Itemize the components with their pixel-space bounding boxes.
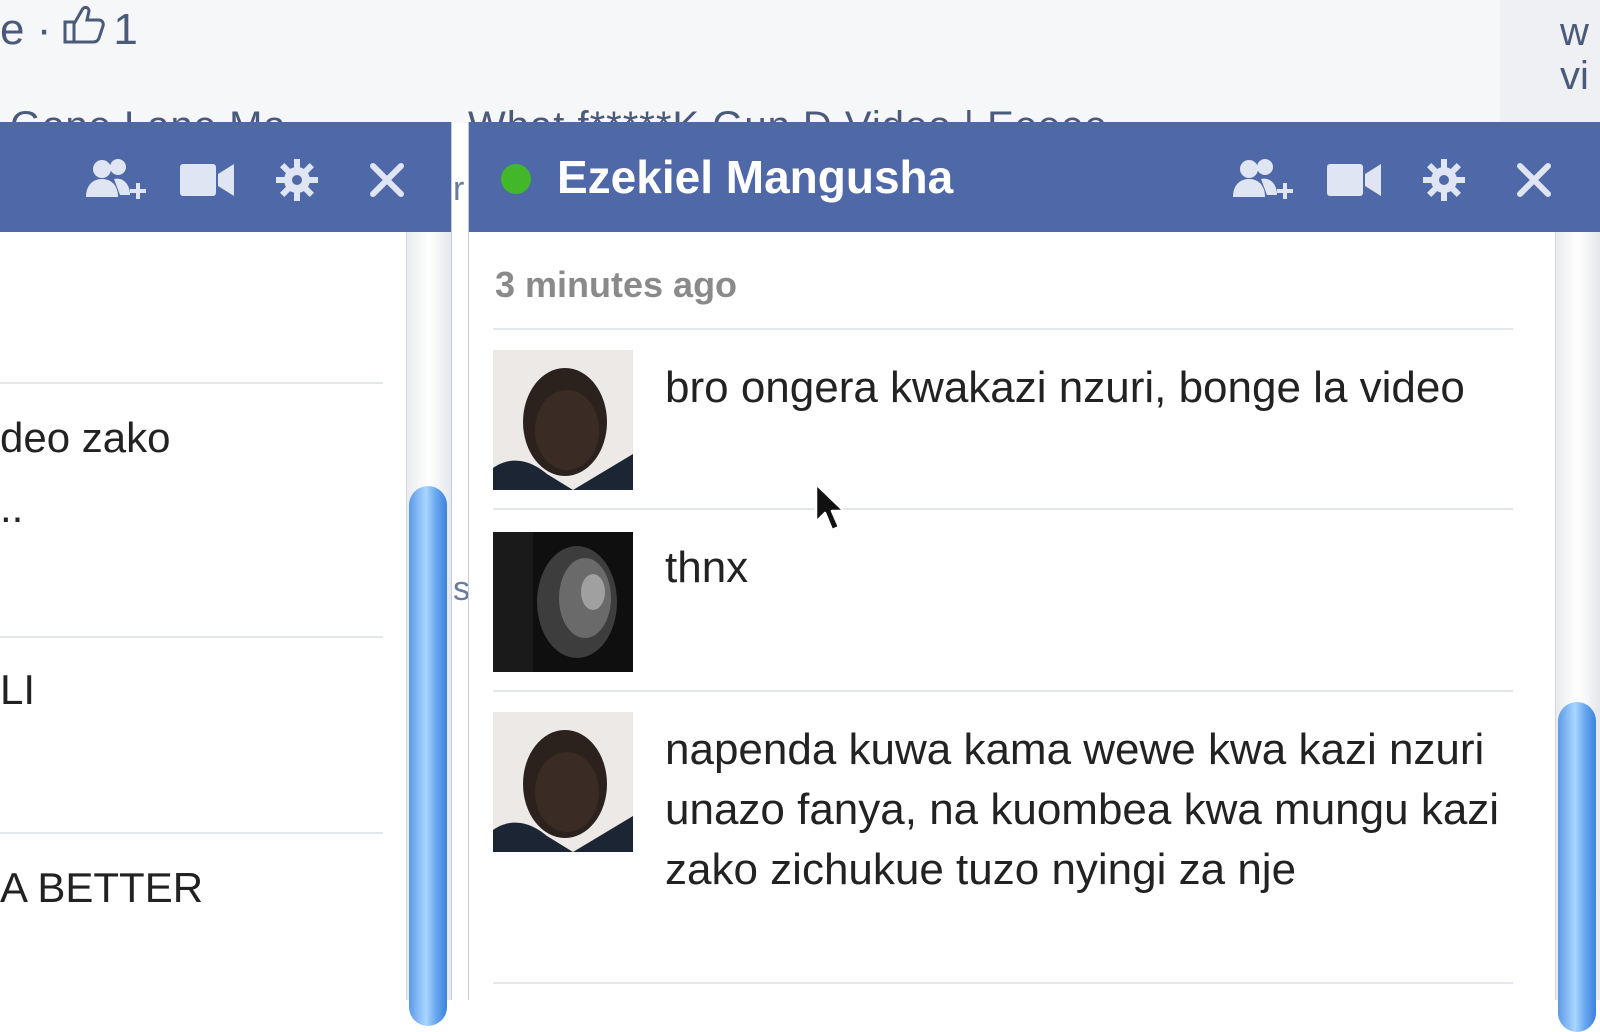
message-text: bro ongera kwakazi nzuri, bonge la video [665,363,1465,412]
divider [493,690,1513,692]
avatar[interactable] [493,350,633,490]
scrollbar-left[interactable] [406,232,451,1026]
avatar[interactable] [493,712,633,852]
divider [0,636,383,638]
message-fragment: deo zako [0,414,171,461]
divider [493,982,1513,984]
chat-header-actions [1229,152,1589,208]
gear-icon[interactable] [1409,152,1479,208]
close-icon[interactable] [352,152,422,208]
mouse-cursor-icon [814,482,848,534]
right-text-line: w [1560,10,1589,54]
add-friends-icon[interactable] [1229,152,1299,208]
right-text-line: vi [1560,54,1589,98]
message-fragment: .. [0,484,24,531]
message-text: napenda kuwa kama wewe kwa kazi nzuri un… [665,725,1500,894]
chat-body-left: deo zako .. LI A BETTER [0,232,405,1000]
message-text: thnx [665,543,749,592]
scrollbar-thumb[interactable] [1558,702,1596,1032]
close-icon[interactable] [1499,152,1569,208]
background-letter: r [453,170,465,208]
chat-header-actions [82,152,442,208]
message-timestamp: 3 minutes ago [495,264,738,305]
message-fragment: LI [0,666,36,713]
online-status-icon [501,164,531,194]
divider [0,832,383,834]
add-friends-icon[interactable] [82,152,152,208]
scrollbar-right[interactable] [1555,232,1600,1032]
video-call-icon[interactable] [1319,152,1389,208]
divider [493,508,1513,510]
divider [493,328,1513,330]
clipped-text-right: What f*****K Gun D Video | Eeeee... [468,104,1144,124]
message-list: 3 minutes ago bro ongera kwakazi nzuri, … [469,232,1547,1000]
chat-header-left[interactable] [0,122,451,232]
message-fragment: A BETTER [0,864,204,911]
like-count[interactable]: 1 [113,5,137,55]
chat-window-left: deo zako .. LI A BETTER [0,122,452,1026]
clipped-text-left: Gone Lane Ma [10,104,287,124]
scrollbar-thumb[interactable] [409,486,447,1026]
like-summary: e · 1 [0,4,138,55]
avatar[interactable] [493,532,633,672]
gear-icon[interactable] [262,152,332,208]
right-column-text: w vi [1560,10,1589,98]
thumbs-up-icon[interactable] [61,4,106,55]
chat-window-right: Ezekiel Mangusha 3 minutes ago bro onger… [468,122,1600,1032]
chat-header-right[interactable]: Ezekiel Mangusha [469,122,1600,232]
video-call-icon[interactable] [172,152,242,208]
clipped-background-text: Gone Lane Ma What f*****K Gun D Video | … [0,104,1380,124]
chat-contact-name[interactable]: Ezekiel Mangusha [557,150,953,204]
like-prefix: e · [0,4,52,54]
divider [0,382,383,384]
